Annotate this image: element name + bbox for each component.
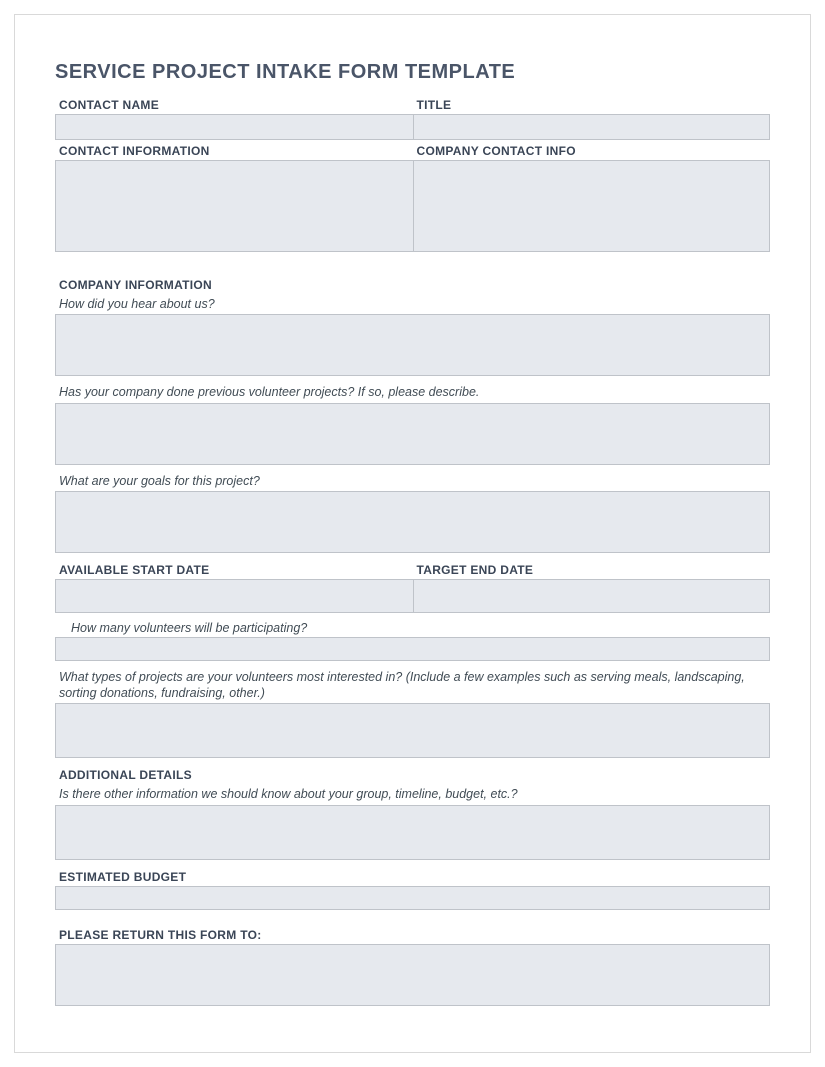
row-dates: AVAILABLE START DATE TARGET END DATE [55, 559, 770, 613]
label-estimated-budget: ESTIMATED BUDGET [55, 866, 770, 886]
row-contact-info: CONTACT INFORMATION COMPANY CONTACT INFO [55, 140, 770, 252]
label-additional-details: ADDITIONAL DETAILS [55, 764, 770, 784]
label-company-information: COMPANY INFORMATION [55, 274, 770, 294]
input-return-to[interactable] [55, 944, 770, 1006]
input-start-date[interactable] [55, 579, 413, 613]
input-end-date[interactable] [413, 579, 771, 613]
label-contact-name: CONTACT NAME [55, 94, 413, 114]
input-title[interactable] [413, 114, 771, 140]
question-previous-projects: Has your company done previous volunteer… [55, 382, 770, 402]
input-contact-name[interactable] [55, 114, 413, 140]
input-estimated-budget[interactable] [55, 886, 770, 910]
input-other-info[interactable] [55, 805, 770, 860]
label-start-date: AVAILABLE START DATE [55, 559, 413, 579]
input-volunteer-count[interactable] [55, 637, 770, 661]
input-previous-projects[interactable] [55, 403, 770, 465]
label-return-to: PLEASE RETURN THIS FORM TO: [55, 924, 770, 944]
label-company-contact-info: COMPANY CONTACT INFO [413, 140, 771, 160]
label-title: TITLE [413, 94, 771, 114]
row-contact-name-title: CONTACT NAME TITLE [55, 94, 770, 140]
page-title: SERVICE PROJECT INTAKE FORM TEMPLATE [55, 61, 770, 84]
input-contact-info[interactable] [55, 160, 413, 252]
input-project-interests[interactable] [55, 703, 770, 758]
label-end-date: TARGET END DATE [413, 559, 771, 579]
input-company-contact-info[interactable] [413, 160, 771, 252]
input-hear-about[interactable] [55, 314, 770, 376]
question-project-interests: What types of projects are your voluntee… [55, 667, 770, 704]
label-contact-info: CONTACT INFORMATION [55, 140, 413, 160]
input-goals[interactable] [55, 491, 770, 553]
form-page: SERVICE PROJECT INTAKE FORM TEMPLATE CON… [14, 14, 811, 1053]
question-hear-about: How did you hear about us? [55, 294, 770, 314]
question-volunteer-count: How many volunteers will be participatin… [55, 619, 770, 637]
question-goals: What are your goals for this project? [55, 471, 770, 491]
question-other-info: Is there other information we should kno… [55, 784, 770, 804]
